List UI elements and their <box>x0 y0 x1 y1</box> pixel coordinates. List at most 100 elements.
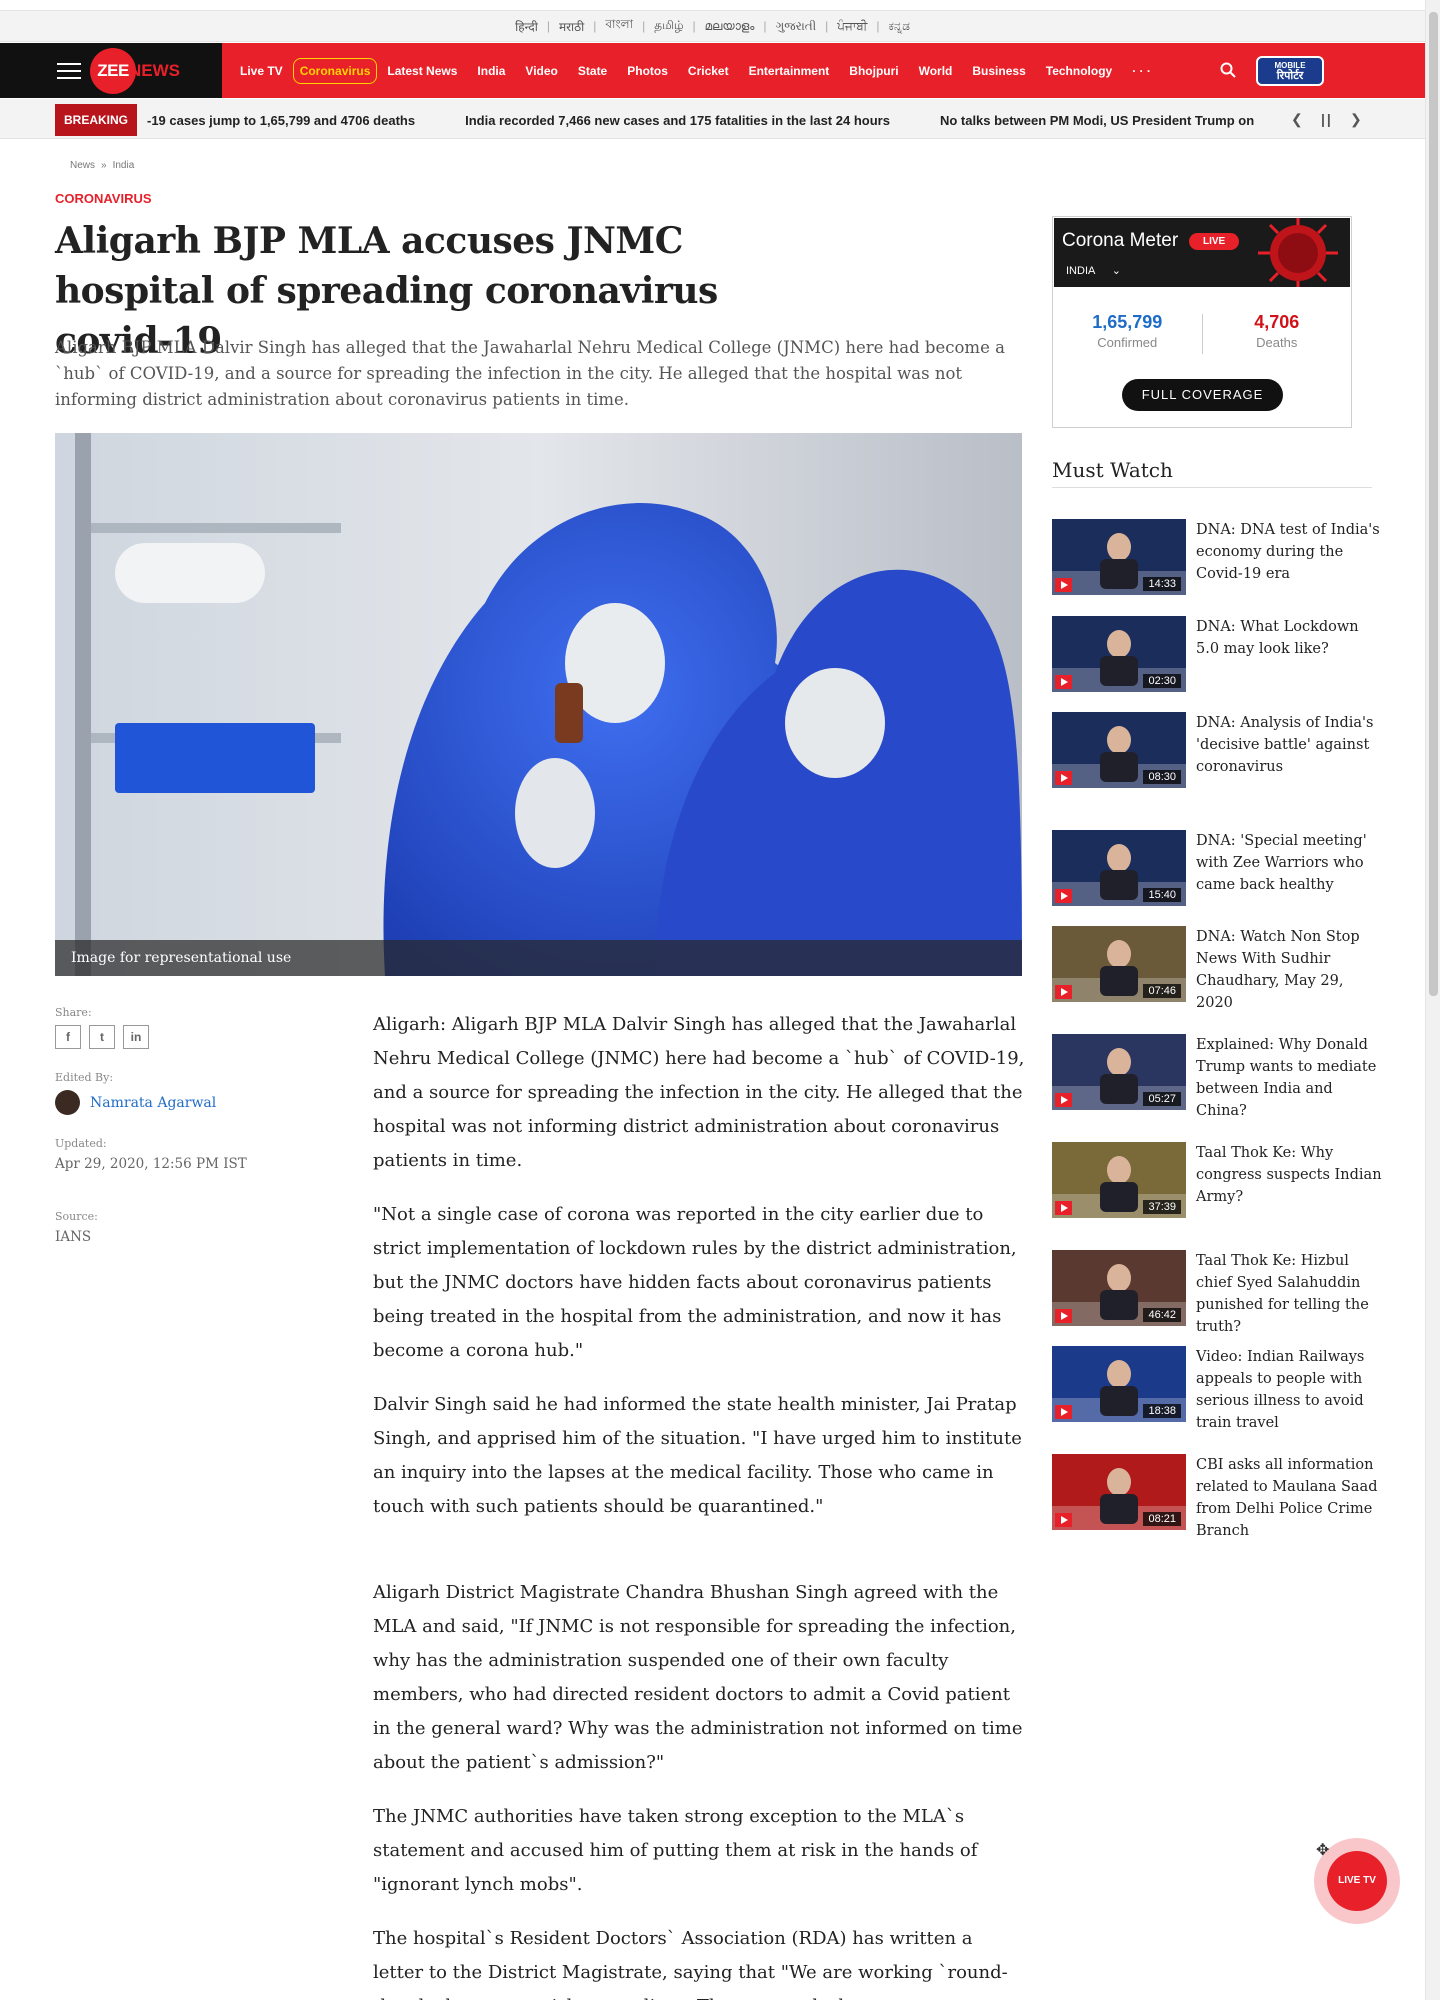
video-duration: 05:27 <box>1143 1092 1181 1106</box>
edited-by-label: Edited By: <box>55 1071 114 1084</box>
video-duration: 14:33 <box>1143 577 1181 591</box>
full-coverage-button[interactable]: FULL COVERAGE <box>1122 379 1283 411</box>
video-duration: 08:21 <box>1143 1512 1181 1526</box>
region-selector[interactable]: INDIA ⌄ <box>1066 264 1121 277</box>
breaking-headline[interactable]: No talks between PM Modi, US President T… <box>940 113 1254 128</box>
nav-item-entertainment[interactable]: Entertainment <box>749 64 830 78</box>
linkedin-icon[interactable]: in <box>123 1025 149 1049</box>
video-title[interactable]: Taal Thok Ke: Hizbul chief Syed Salahudd… <box>1196 1250 1382 1338</box>
video-title[interactable]: Video: Indian Railways appeals to people… <box>1196 1346 1382 1434</box>
video-thumbnail[interactable]: 37:39 <box>1052 1142 1186 1218</box>
video-thumbnail[interactable]: 15:40 <box>1052 830 1186 906</box>
video-title[interactable]: DNA: DNA test of India's economy during … <box>1196 519 1382 585</box>
drag-handle-icon[interactable]: ✥ <box>1316 1840 1329 1860</box>
video-title[interactable]: DNA: What Lockdown 5.0 may look like? <box>1196 616 1382 660</box>
article-hero-image: Image for representational use <box>55 433 1022 976</box>
updated-label: Updated: <box>55 1137 107 1150</box>
corona-meter-title: Corona Meter <box>1062 230 1179 251</box>
play-icon <box>1055 578 1072 592</box>
twitter-icon[interactable]: t <box>89 1025 115 1049</box>
video-thumbnail[interactable]: 05:27 <box>1052 1034 1186 1110</box>
breaking-news-bar: BREAKING -19 cases jump to 1,65,799 and … <box>0 99 1425 139</box>
breadcrumb-news[interactable]: News <box>70 160 95 171</box>
article-paragraph: Aligarh: Aligarh BJP MLA Dalvir Singh ha… <box>373 1014 1025 1171</box>
nav-item-world[interactable]: World <box>919 64 953 78</box>
breaking-headline[interactable]: -19 cases jump to 1,65,799 and 4706 deat… <box>147 113 415 128</box>
zee-news-logo[interactable]: ZEE NEWS <box>90 48 180 94</box>
confirmed-label: Confirmed <box>1097 335 1158 350</box>
editor-name-link[interactable]: Namrata Agarwal <box>90 1095 216 1111</box>
play-icon <box>1055 675 1072 689</box>
page-scrollbar[interactable] <box>1425 0 1440 2000</box>
article-meta: Share: f t in Edited By: Namrata Agarwal… <box>55 1006 305 1245</box>
nav-item-india[interactable]: India <box>477 64 505 78</box>
updated-timestamp: Apr 29, 2020, 12:56 PM IST <box>55 1156 247 1172</box>
language-link[interactable]: বাংলা <box>596 16 642 36</box>
video-title[interactable]: DNA: Watch Non Stop News With Sudhir Cha… <box>1196 926 1382 1014</box>
source-value: IANS <box>55 1229 92 1245</box>
language-link[interactable]: தமிழ் <box>645 18 692 34</box>
language-link[interactable]: ಕನ್ನಡ <box>880 19 919 34</box>
breadcrumb-india[interactable]: India <box>113 160 135 171</box>
ticker-pause-icon[interactable]: || <box>1321 111 1333 127</box>
video-thumbnail[interactable]: 07:46 <box>1052 926 1186 1002</box>
hamburger-menu-icon[interactable] <box>57 63 81 79</box>
language-link[interactable]: ગુજરાતી <box>767 19 826 34</box>
share-icons: f t in <box>55 1025 305 1049</box>
ticker-next-icon[interactable]: ❯ <box>1350 111 1362 128</box>
article-paragraph: The hospital`s Resident Doctors` Associa… <box>373 1928 1008 2000</box>
breadcrumb: News » India <box>70 160 134 171</box>
language-bar: हिन्दी | मराठी | বাংলা | தமிழ் | മലയാളം | ગુજરાતી |… <box>0 10 1425 42</box>
nav-item-video[interactable]: Video <box>525 64 557 78</box>
nav-item-technology[interactable]: Technology <box>1046 64 1112 78</box>
chevron-down-icon: ⌄ <box>1111 265 1122 277</box>
video-duration: 07:46 <box>1143 984 1181 998</box>
nav-item-coronavirus[interactable]: Coronavirus <box>292 57 378 84</box>
language-link[interactable]: ਪੰਜਾਬੀ <box>828 19 876 34</box>
video-duration: 18:38 <box>1143 1404 1181 1418</box>
video-duration: 02:30 <box>1143 674 1181 688</box>
corona-stats: 1,65,799 Confirmed 4,706 Deaths <box>1053 312 1351 354</box>
search-icon[interactable] <box>1220 62 1236 78</box>
article-category[interactable]: CORONAVIRUS <box>55 191 152 206</box>
video-title[interactable]: DNA: 'Special meeting' with Zee Warriors… <box>1196 830 1382 896</box>
nav-item-bhojpuri[interactable]: Bhojpuri <box>849 64 898 78</box>
must-watch-title: Must Watch <box>1052 458 1372 488</box>
video-title[interactable]: DNA: Analysis of India's 'decisive battl… <box>1196 712 1382 778</box>
mobile-reporter-button[interactable]: MOBILE रिपोर्टर <box>1256 56 1324 86</box>
video-thumbnail[interactable]: 46:42 <box>1052 1250 1186 1326</box>
nav-item-latest-news[interactable]: Latest News <box>387 64 457 78</box>
nav-item-live-tv[interactable]: Live TV <box>240 64 283 78</box>
nav-item-photos[interactable]: Photos <box>627 64 668 78</box>
video-thumbnail[interactable]: 02:30 <box>1052 616 1186 692</box>
live-badge: LIVE <box>1189 233 1240 250</box>
language-link[interactable]: मराठी <box>550 18 593 35</box>
nav-item-cricket[interactable]: Cricket <box>688 64 729 78</box>
video-thumbnail[interactable]: 08:30 <box>1052 712 1186 788</box>
breadcrumb-separator: » <box>101 160 107 171</box>
nav-more-icon[interactable]: · · · <box>1132 64 1151 78</box>
breaking-headline[interactable]: India recorded 7,466 new cases and 175 f… <box>465 113 890 128</box>
play-icon <box>1055 1405 1072 1419</box>
ticker-prev-icon[interactable]: ❮ <box>1291 111 1303 128</box>
play-icon <box>1055 889 1072 903</box>
article-paragraph: Dalvir Singh said he had informed the st… <box>373 1394 1022 1517</box>
article-paragraph: "Not a single case of corona was reporte… <box>373 1204 1017 1361</box>
video-thumbnail[interactable]: 08:21 <box>1052 1454 1186 1530</box>
video-thumbnail[interactable]: 18:38 <box>1052 1346 1186 1422</box>
language-link[interactable]: മലയാളം <box>696 19 764 34</box>
video-title[interactable]: Explained: Why Donald Trump wants to med… <box>1196 1034 1382 1122</box>
video-thumbnail[interactable]: 14:33 <box>1052 519 1186 595</box>
article-summary: Aligarh BJP MLA Dalvir Singh has alleged… <box>55 338 1005 409</box>
article-body: Aligarh: Aligarh BJP MLA Dalvir Singh ha… <box>373 1008 1028 2000</box>
facebook-icon[interactable]: f <box>55 1025 81 1049</box>
source-label: Source: <box>55 1210 98 1223</box>
scrollbar-thumb[interactable] <box>1429 12 1438 996</box>
region-label: INDIA <box>1066 265 1095 277</box>
nav-item-business[interactable]: Business <box>972 64 1025 78</box>
language-link[interactable]: हिन्दी <box>506 18 547 35</box>
video-title[interactable]: Taal Thok Ke: Why congress suspects Indi… <box>1196 1142 1382 1208</box>
nav-item-state[interactable]: State <box>578 64 607 78</box>
video-title[interactable]: CBI asks all information related to Maul… <box>1196 1454 1382 1542</box>
play-icon <box>1055 1309 1072 1323</box>
